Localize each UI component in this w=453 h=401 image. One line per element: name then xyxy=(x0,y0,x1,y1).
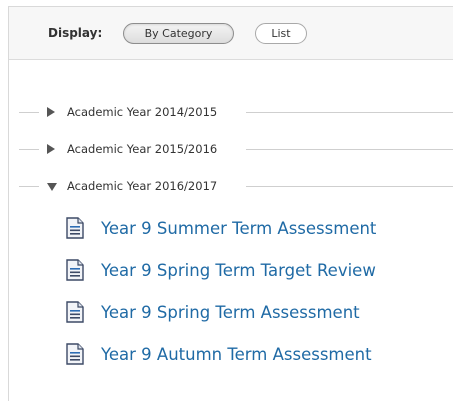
divider xyxy=(246,112,453,113)
divider xyxy=(19,186,39,187)
year-group-2016-2017[interactable]: Academic Year 2016/2017 xyxy=(9,177,453,197)
document-icon xyxy=(66,343,84,365)
assessment-panel: Display: By Category List Academic Year … xyxy=(8,6,453,401)
divider xyxy=(19,112,39,113)
document-icon xyxy=(66,301,84,323)
assessment-link[interactable]: Year 9 Summer Term Assessment xyxy=(101,219,376,238)
document-icon xyxy=(66,217,84,239)
year-label: Academic Year 2014/2015 xyxy=(67,105,218,119)
assessment-item[interactable]: Year 9 Summer Term Assessment xyxy=(9,215,453,243)
divider xyxy=(19,149,39,150)
assessment-item[interactable]: Year 9 Autumn Term Assessment xyxy=(9,341,453,369)
by-category-button[interactable]: By Category xyxy=(123,23,234,44)
assessment-link[interactable]: Year 9 Spring Term Assessment xyxy=(101,303,360,322)
divider xyxy=(246,149,453,150)
divider xyxy=(246,186,453,187)
collapse-arrow-icon[interactable] xyxy=(47,183,57,191)
assessment-item[interactable]: Year 9 Spring Term Target Review xyxy=(9,257,453,285)
document-icon xyxy=(66,259,84,281)
display-label: Display: xyxy=(48,26,103,40)
year-label: Academic Year 2016/2017 xyxy=(67,179,218,193)
assessment-link[interactable]: Year 9 Autumn Term Assessment xyxy=(101,345,372,364)
year-label: Academic Year 2015/2016 xyxy=(67,142,218,156)
expand-arrow-icon[interactable] xyxy=(47,107,55,117)
expand-arrow-icon[interactable] xyxy=(47,144,55,154)
year-group-2015-2016[interactable]: Academic Year 2015/2016 xyxy=(9,140,453,160)
assessment-item[interactable]: Year 9 Spring Term Assessment xyxy=(9,299,453,327)
assessment-link[interactable]: Year 9 Spring Term Target Review xyxy=(101,261,376,280)
display-toolbar: Display: By Category List xyxy=(9,7,453,60)
year-group-2014-2015[interactable]: Academic Year 2014/2015 xyxy=(9,103,453,123)
list-button[interactable]: List xyxy=(255,23,307,44)
